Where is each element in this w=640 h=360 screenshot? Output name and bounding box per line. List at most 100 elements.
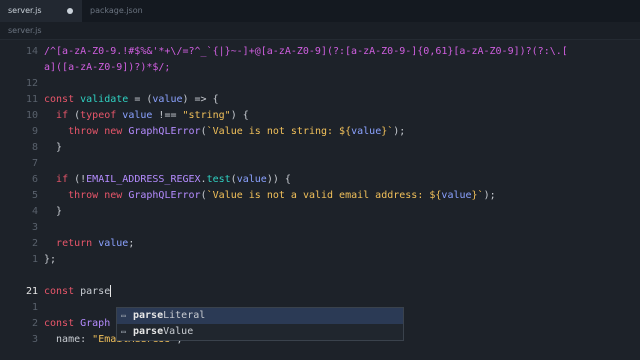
code-token: const: [44, 318, 81, 329]
code-token: value: [236, 174, 267, 185]
code-token: };: [44, 254, 57, 265]
code-line[interactable]: 8 }: [0, 140, 640, 156]
line-number: 5: [31, 190, 38, 201]
autocomplete-item[interactable]: ▭ parseLiteral: [117, 308, 403, 324]
code-token: if: [56, 110, 69, 121]
code-token: (: [68, 110, 81, 121]
code-line[interactable]: [0, 268, 640, 284]
code-token: value: [122, 110, 153, 121]
line-number: 14: [25, 46, 38, 57]
code-line[interactable]: a]([a-zA-Z0-9])?)*$/;: [0, 60, 640, 76]
tab-server-js[interactable]: server.js: [0, 0, 82, 22]
code-token: validate: [80, 94, 129, 105]
autocomplete-rest: Literal: [163, 310, 206, 321]
code-text: const Graph: [44, 316, 110, 332]
code-text: /^[a-zA-Z0-9.!#$%&'*+\/=?^_`{|}~-]+@[a-z…: [44, 44, 568, 60]
code-token: const: [44, 94, 81, 105]
code-token: value: [351, 126, 382, 137]
property-icon: ▭: [121, 327, 126, 336]
line-number: 8: [31, 142, 38, 153]
code-line[interactable]: 5 throw new GraphQLError(`Value is not a…: [0, 188, 640, 204]
code-line[interactable]: 2 return value;: [0, 236, 640, 252]
code-token: if: [56, 174, 69, 185]
autocomplete-item[interactable]: ▭ parseValue: [117, 324, 403, 340]
code-token: Graph: [80, 318, 111, 329]
code-line[interactable]: 3: [0, 220, 640, 236]
code-line[interactable]: 7: [0, 156, 640, 172]
code-line[interactable]: 1};: [0, 252, 640, 268]
code-line[interactable]: 14 /^[a-zA-Z0-9.!#$%&'*+\/=?^_`{|}~-]+@[a…: [0, 44, 640, 60]
line-number: 6: [31, 174, 38, 185]
code-token: new: [104, 126, 123, 137]
code-line[interactable]: 4 }: [0, 204, 640, 220]
code-token: throw: [68, 126, 99, 137]
code-token: EMAIL_ADDRESS_REGEX: [86, 174, 201, 185]
autocomplete-label: parseLiteral: [133, 308, 205, 324]
code-line[interactable]: 9 throw new GraphQLError(`Value is not s…: [0, 124, 640, 140]
code-token: a]([a-zA-Z0-9])?)*$/;: [44, 62, 171, 73]
code-token: }: [44, 206, 63, 217]
code-text: const parse: [44, 284, 112, 300]
line-number: 3: [31, 222, 38, 233]
autocomplete-rest: Value: [163, 326, 194, 337]
breadcrumb[interactable]: server.js: [0, 22, 640, 40]
code-token: ) {: [230, 110, 249, 121]
code-token: throw: [68, 190, 99, 201]
code-token: !==: [152, 110, 183, 121]
code-token: }`: [381, 126, 394, 137]
code-token: const: [44, 286, 81, 297]
line-number: 1: [31, 302, 38, 313]
code-token: parse: [80, 286, 111, 297]
code-token: /^[a-zA-Z0-9.!#$%&'*+\/=?^_`{|}~-]+@[a-z…: [44, 46, 568, 57]
code-line[interactable]: 6 if (!EMAIL_ADDRESS_REGEX.test(value)) …: [0, 172, 640, 188]
code-token: GraphQLError: [128, 126, 201, 137]
line-number: 1: [31, 254, 38, 265]
code-line[interactable]: 12: [0, 76, 640, 92]
code-line[interactable]: 21 const parse: [0, 284, 640, 300]
property-icon: ▭: [121, 311, 126, 320]
code-token: "string": [182, 110, 231, 121]
autocomplete-label: parseValue: [133, 324, 193, 340]
line-number: 12: [25, 78, 38, 89]
code-token: test: [206, 174, 231, 185]
code-token: name:: [44, 334, 93, 345]
code-text: throw new GraphQLError(`Value is not str…: [44, 124, 405, 140]
line-number: 11: [25, 94, 38, 105]
code-token: = (: [128, 94, 153, 105]
code-text: throw new GraphQLError(`Value is not a v…: [44, 188, 496, 204]
code-text: const validate = (value) => {: [44, 92, 219, 108]
code-token: value: [98, 238, 129, 249]
unsaved-dot-icon[interactable]: [67, 8, 73, 14]
code-token: new: [104, 190, 123, 201]
code-token: }: [44, 142, 63, 153]
code-token: );: [393, 126, 406, 137]
autocomplete-match: parse: [133, 326, 164, 337]
code-text: }: [44, 140, 62, 156]
breadcrumb-file: server.js: [8, 26, 42, 35]
code-line[interactable]: 11 const validate = (value) => {: [0, 92, 640, 108]
line-number: 2: [31, 238, 38, 249]
code-token: ;: [128, 238, 135, 249]
code-token: GraphQLError: [128, 190, 201, 201]
code-token: `Value is not string: ${: [206, 126, 352, 137]
autocomplete-popup: ▭ parseLiteral ▭ parseValue: [116, 307, 404, 341]
tab-package-json[interactable]: package.json: [82, 0, 178, 22]
code-text: }: [44, 204, 62, 220]
code-text: };: [44, 252, 56, 268]
code-line[interactable]: 10 if (typeof value !== "string") {: [0, 108, 640, 124]
line-number: 7: [31, 158, 38, 169]
code-text: a]([a-zA-Z0-9])?)*$/;: [44, 60, 170, 76]
code-token: return: [56, 238, 93, 249]
tab-bar: server.js package.json: [0, 0, 640, 22]
line-number: 4: [31, 206, 38, 217]
code-token: ) => {: [182, 94, 219, 105]
line-number: 9: [31, 126, 38, 137]
code-text: return value;: [44, 236, 134, 252]
code-token: value: [152, 94, 183, 105]
line-number: 3: [31, 334, 38, 345]
